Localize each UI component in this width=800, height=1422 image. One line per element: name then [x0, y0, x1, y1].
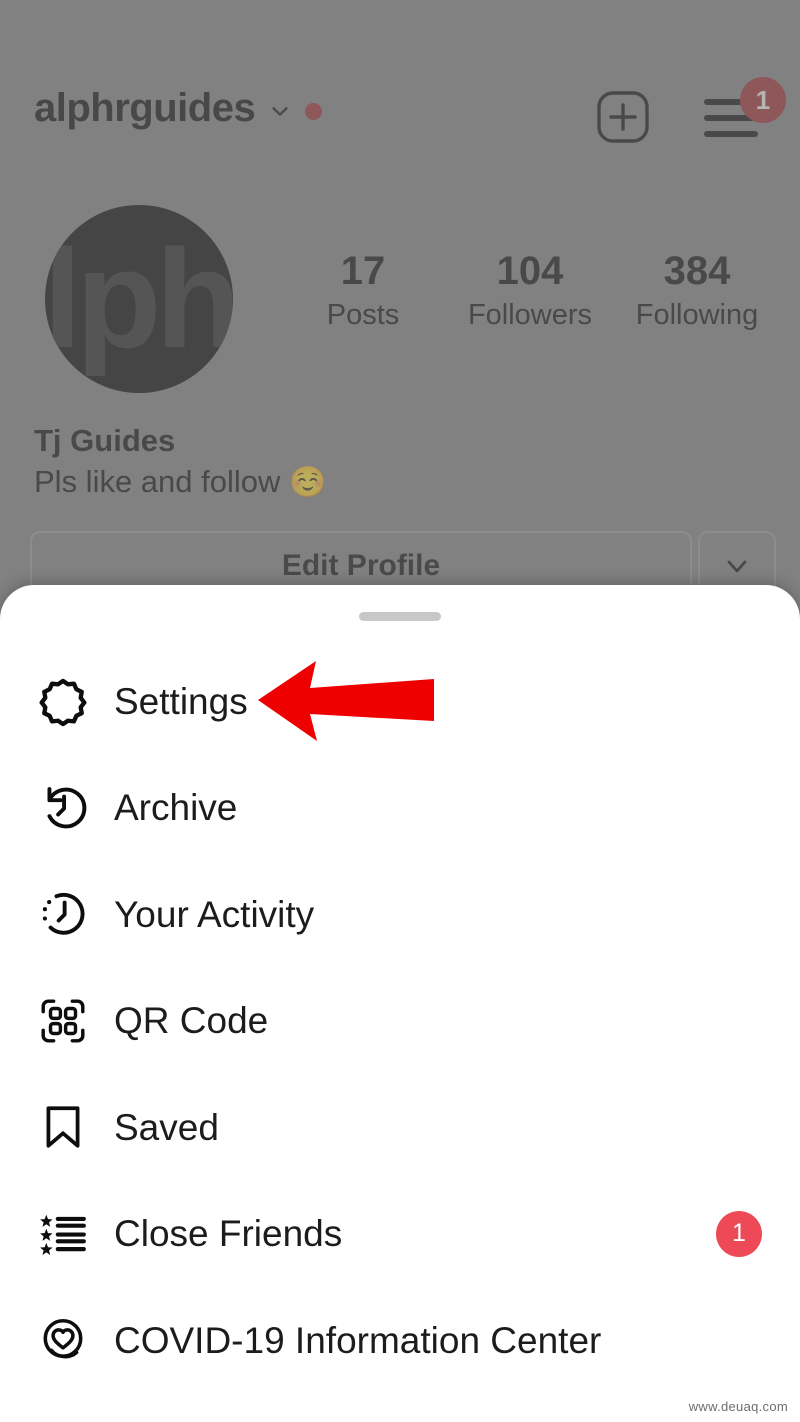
sheet-menu-list: Settings Archive Your Activity QR Code S…	[0, 648, 800, 1394]
hamburger-menu-button[interactable]: 1	[700, 77, 786, 141]
stat-followers[interactable]: 104 Followers	[447, 249, 613, 333]
stat-value: 17	[340, 249, 386, 293]
menu-notification-badge: 1	[740, 77, 786, 123]
profile-full-name: Tj Guides	[34, 423, 176, 458]
menu-item-close-friends[interactable]: Close Friends 1	[0, 1181, 800, 1288]
watermark: www.deuaq.com	[688, 1399, 788, 1414]
profile-bio: Pls like and follow ☺️	[34, 464, 326, 500]
edit-profile-label: Edit Profile	[281, 549, 441, 582]
avatar[interactable]: lph	[45, 205, 233, 393]
menu-item-label: COVID-19 Information Center	[114, 1319, 602, 1361]
stat-value: 384	[663, 249, 731, 293]
menu-item-label: QR Code	[114, 1000, 269, 1042]
menu-item-label: Close Friends	[114, 1213, 343, 1255]
profile-bio-text: Pls like and follow	[34, 464, 281, 499]
bookmark-icon	[34, 1098, 92, 1156]
gear-icon	[34, 672, 92, 730]
hamburger-line	[704, 131, 758, 137]
sheet-drag-handle[interactable]	[359, 612, 441, 621]
profile-stats: 17 Posts 104 Followers 384 Following	[280, 249, 780, 333]
stat-label: Posts	[326, 299, 400, 332]
status-dot	[305, 102, 323, 120]
chevron-down-icon[interactable]	[269, 100, 291, 122]
qr-code-icon	[34, 992, 92, 1050]
menu-item-settings[interactable]: Settings	[0, 648, 800, 755]
create-post-button[interactable]	[596, 90, 650, 144]
profile-username-row[interactable]: alphrguides	[34, 86, 323, 130]
menu-item-label: Your Activity	[114, 893, 315, 935]
menu-item-label: Settings	[114, 680, 248, 722]
menu-item-archive[interactable]: Archive	[0, 755, 800, 862]
stat-following[interactable]: 384 Following	[614, 249, 780, 333]
menu-item-label: Saved	[114, 1106, 219, 1148]
stat-value: 104	[496, 249, 564, 293]
stat-label: Following	[635, 299, 759, 332]
menu-item-saved[interactable]: Saved	[0, 1074, 800, 1181]
close-friends-badge: 1	[716, 1210, 762, 1257]
stat-label: Followers	[467, 299, 593, 332]
star-list-icon	[34, 1205, 92, 1263]
stat-posts[interactable]: 17 Posts	[280, 249, 446, 333]
avatar-initials: lph	[45, 220, 233, 377]
menu-item-covid-info[interactable]: COVID-19 Information Center	[0, 1287, 800, 1394]
covid-heart-icon	[34, 1311, 92, 1369]
archive-clock-icon	[34, 779, 92, 837]
smiling-face-emoji: ☺️	[289, 466, 327, 499]
app-screen: alphrguides 1 lph 17 Posts 104 Followers…	[0, 0, 800, 1422]
menu-item-your-activity[interactable]: Your Activity	[0, 861, 800, 968]
menu-item-qr-code[interactable]: QR Code	[0, 968, 800, 1075]
menu-item-label: Archive	[114, 787, 238, 829]
profile-username: alphrguides	[34, 86, 256, 130]
activity-clock-icon	[34, 885, 92, 943]
bottom-sheet: Settings Archive Your Activity QR Code S…	[0, 585, 800, 1422]
